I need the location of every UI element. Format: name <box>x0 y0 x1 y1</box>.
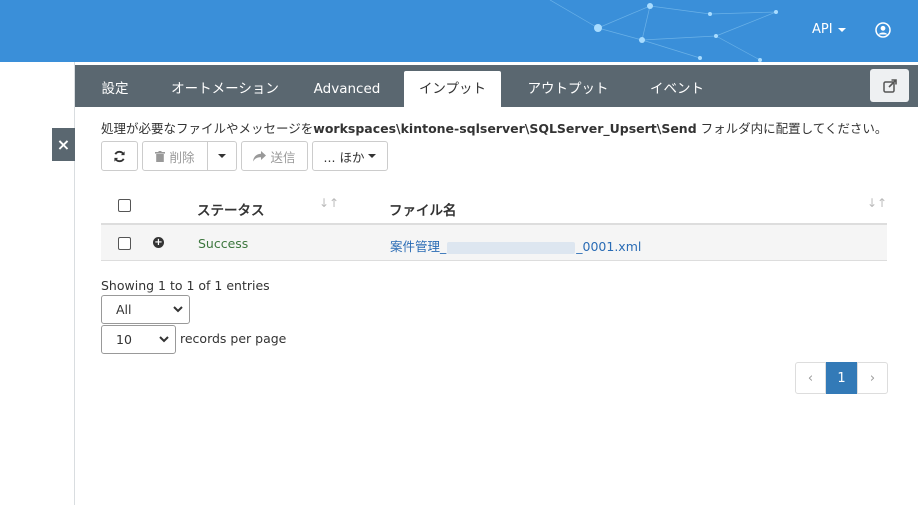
input-panel: 処理が必要なファイルやメッセージをworkspaces\kintone-sqls… <box>75 107 918 505</box>
column-header-status[interactable]: ステータス <box>197 199 265 219</box>
folder-instructions: 処理が必要なファイルやメッセージをworkspaces\kintone-sqls… <box>101 118 887 137</box>
entries-summary: Showing 1 to 1 of 1 entries <box>101 278 270 293</box>
folder-path: workspaces\kintone-sqlserver\SQLServer_U… <box>313 121 697 136</box>
caret-down-icon <box>368 154 377 158</box>
sort-icon[interactable]: ↓↑ <box>867 196 887 210</box>
share-arrow-icon <box>253 150 267 161</box>
open-external-button[interactable] <box>870 69 909 102</box>
tab-bar: 設定 オートメーション Advanced インプット アウトプット イベント <box>75 65 918 107</box>
user-circle-icon[interactable] <box>875 22 891 38</box>
row-checkbox[interactable] <box>118 237 131 250</box>
info-suffix: フォルダ内に配置してください。 <box>696 121 888 136</box>
redacted-text <box>447 241 576 254</box>
expand-row-icon[interactable]: + <box>153 237 164 248</box>
chevron-down-icon <box>159 336 169 343</box>
next-page-button[interactable]: › <box>857 362 888 394</box>
chevron-down-icon <box>173 306 183 313</box>
tab-event[interactable]: イベント <box>637 71 717 107</box>
select-all-checkbox[interactable] <box>118 199 131 212</box>
tab-input[interactable]: インプット <box>404 71 501 107</box>
top-header-bar: API <box>0 0 918 62</box>
send-button[interactable]: 送信 <box>241 141 308 171</box>
refresh-button[interactable] <box>101 141 138 171</box>
column-header-filename[interactable]: ファイル名 <box>389 199 457 219</box>
network-decoration <box>549 0 778 62</box>
page-size-select[interactable]: 10 <box>101 325 176 354</box>
table-row[interactable]: + Success 案件管理_ _0001.xml <box>101 225 887 261</box>
more-actions-button[interactable]: ... ほか <box>312 141 388 171</box>
input-files-table: ステータス ↓↑ ファイル名 ↓↑ + Success 案件管理_ _0001.x… <box>101 191 887 261</box>
filter-select-value: All <box>116 302 132 317</box>
delete-button[interactable]: 削除 <box>142 141 208 171</box>
tab-automation[interactable]: オートメーション <box>160 71 290 107</box>
delete-options-dropdown[interactable] <box>207 141 237 171</box>
close-icon: × <box>56 135 71 154</box>
caret-down-icon <box>837 27 846 32</box>
page-1-button[interactable]: 1 <box>826 362 857 394</box>
sort-icon[interactable]: ↓↑ <box>319 196 339 210</box>
more-label: ... ほか <box>323 149 365 165</box>
send-label: 送信 <box>270 149 296 165</box>
api-menu-label: API <box>812 22 833 37</box>
tab-settings[interactable]: 設定 <box>89 71 141 107</box>
page-size-value: 10 <box>116 332 132 347</box>
close-panel-button[interactable]: × <box>52 128 75 161</box>
trash-icon <box>155 150 166 162</box>
refresh-icon <box>114 150 125 162</box>
page-size-label: records per page <box>180 331 287 346</box>
delete-label: 削除 <box>169 149 195 165</box>
external-link-icon <box>882 78 897 93</box>
file-name-prefix: 案件管理_ <box>390 239 447 254</box>
table-header: ステータス ↓↑ ファイル名 ↓↑ <box>101 191 887 225</box>
info-prefix: 処理が必要なファイルやメッセージを <box>101 121 314 136</box>
previous-page-button[interactable]: ‹ <box>795 362 826 394</box>
tab-advanced[interactable]: Advanced <box>307 71 387 107</box>
pagination: ‹ 1 › <box>795 362 888 394</box>
caret-down-icon <box>218 154 226 158</box>
file-name-link[interactable]: 案件管理_ _0001.xml <box>390 236 641 255</box>
status-cell: Success <box>198 236 249 251</box>
tab-output[interactable]: アウトプット <box>515 71 621 107</box>
file-name-suffix: _0001.xml <box>576 239 642 254</box>
filter-select[interactable]: All <box>101 295 190 324</box>
api-menu[interactable]: API <box>812 22 846 37</box>
